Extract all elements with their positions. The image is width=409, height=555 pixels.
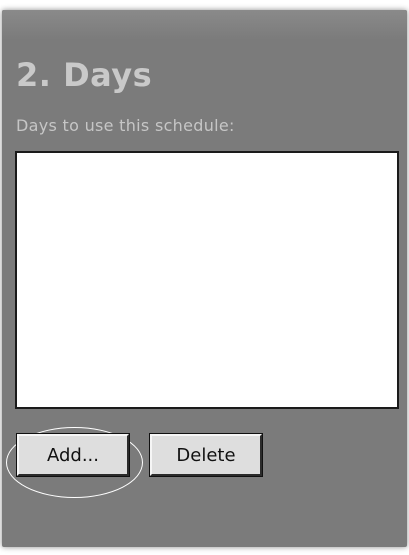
days-list[interactable] [15,151,399,409]
section-subtitle: Days to use this schedule: [16,116,235,135]
delete-button[interactable]: Delete [149,433,263,477]
add-button[interactable]: Add... [16,433,130,477]
section-title: 2. Days [16,56,153,94]
days-panel: 2. Days Days to use this schedule: Add..… [2,10,407,547]
